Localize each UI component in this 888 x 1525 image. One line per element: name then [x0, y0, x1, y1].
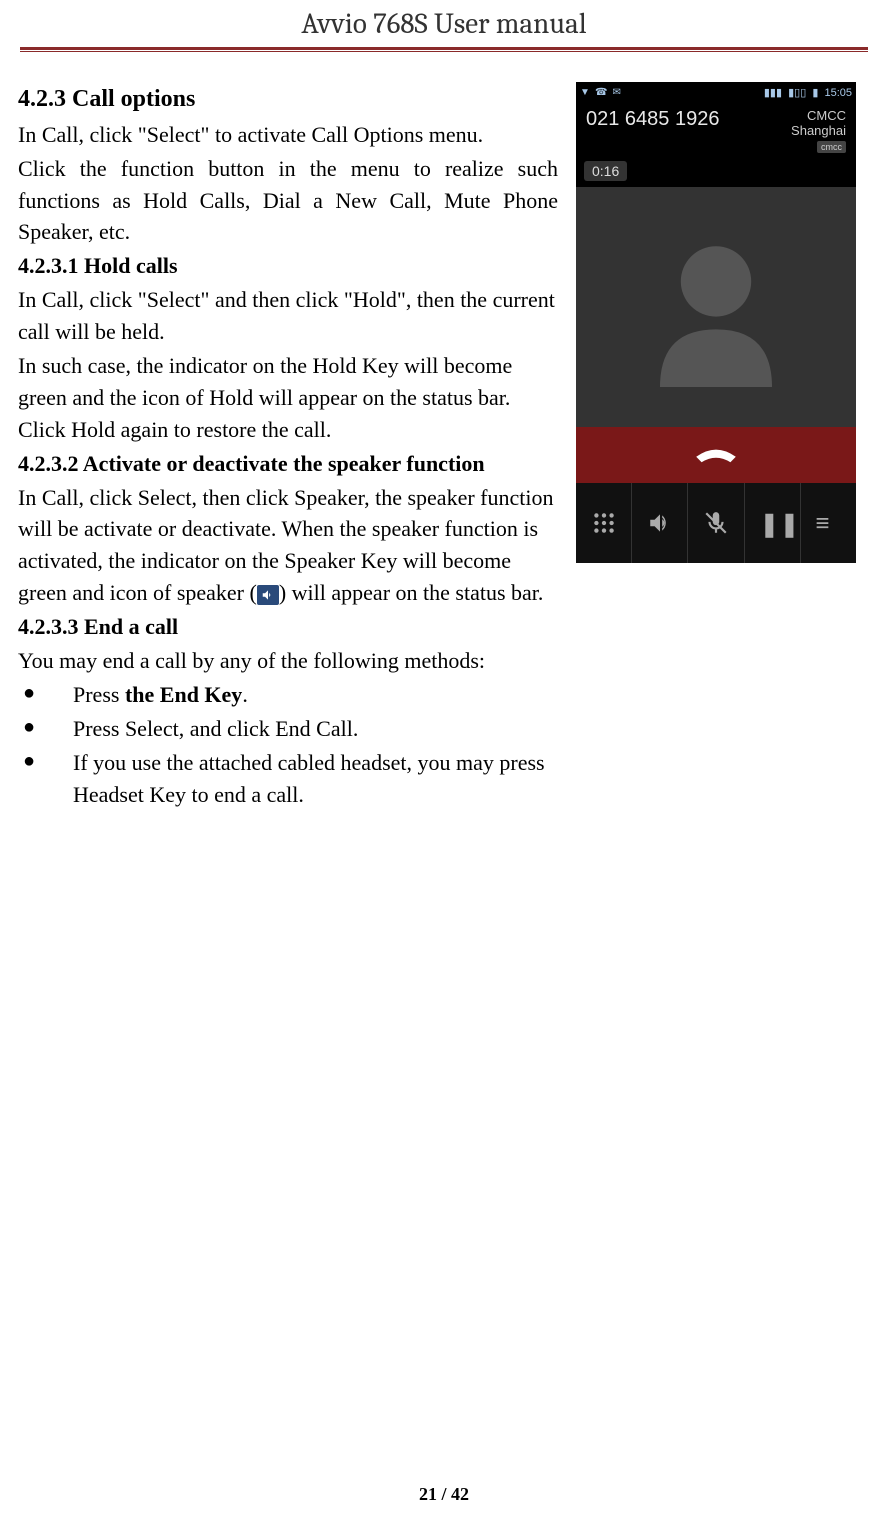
call-operator: CMCC Shanghai cmcc	[791, 108, 846, 153]
mute-icon	[703, 510, 729, 536]
p-intro-2: Click the function button in the menu to…	[18, 153, 558, 249]
heading-4.2.3: 4.2.3 Call options	[18, 82, 558, 117]
call-number: 021 6485 1926	[586, 108, 719, 153]
hold-button[interactable]: ❚❚	[745, 483, 801, 563]
hangup-icon	[694, 446, 738, 464]
signal-icon: ▮▯▯	[788, 87, 806, 99]
list-item: Press Select, and click End Call.	[73, 713, 558, 745]
body-text: 4.2.3 Call options In Call, click "Selec…	[18, 82, 558, 813]
end-call-button[interactable]	[576, 427, 856, 483]
speaker-icon	[257, 585, 279, 605]
status-time: 15:05	[824, 87, 852, 99]
avatar-icon	[636, 227, 796, 387]
p-speaker: In Call, click Select, then click Speake…	[18, 482, 558, 610]
battery-icon: ▮	[812, 87, 818, 99]
signal-icon: ▮▮▮	[764, 87, 782, 99]
avatar-placeholder	[576, 187, 856, 427]
p-intro-1: In Call, click "Select" to activate Call…	[18, 119, 558, 151]
page-number: 21 / 42	[0, 1484, 888, 1505]
more-button[interactable]: ≡	[801, 483, 856, 563]
speaker-button[interactable]	[632, 483, 688, 563]
end-call-list: Press the End Key. Press Select, and cli…	[18, 679, 558, 811]
shield-icon: ▼	[580, 87, 590, 98]
operator-location: Shanghai	[791, 123, 846, 138]
heading-4.2.3.3: 4.2.3.3 End a call	[18, 611, 558, 643]
pause-icon: ❚❚	[759, 510, 785, 536]
title-product: Avvio 768S	[301, 8, 427, 41]
phone-screenshot: ▼ ☎ ✉ ▮▮▮ ▮▯▯ ▮ 15:05 021 6485 1926 CMCC	[576, 82, 856, 550]
heading-4.2.3.1: 4.2.3.1 Hold calls	[18, 250, 558, 282]
call-controls: ❚❚ ≡	[576, 483, 856, 563]
status-right: ▮▮▮ ▮▯▯ ▮ 15:05	[761, 86, 852, 99]
msg-icon: ✉	[613, 87, 621, 98]
list-item: If you use the attached cabled headset, …	[73, 747, 558, 811]
mute-button[interactable]	[688, 483, 744, 563]
dialpad-icon	[591, 510, 617, 536]
call-timer: 0:16	[584, 161, 848, 181]
p-speaker-b: ) will appear on the status bar.	[279, 580, 544, 605]
menu-icon: ≡	[815, 510, 841, 536]
p-end-intro: You may end a call by any of the followi…	[18, 645, 558, 677]
heading-4.2.3.2: 4.2.3.2 Activate or deactivate the speak…	[18, 448, 558, 480]
sim-badge: cmcc	[817, 141, 846, 153]
header-title: Avvio 768S User manual	[0, 8, 888, 41]
list-item: Press the End Key.	[73, 679, 558, 711]
status-left-icons: ▼ ☎ ✉	[580, 86, 623, 98]
operator-name: CMCC	[791, 108, 846, 123]
speaker-icon	[647, 510, 673, 536]
dialpad-button[interactable]	[576, 483, 632, 563]
status-bar: ▼ ☎ ✉ ▮▮▮ ▮▯▯ ▮ 15:05	[576, 82, 856, 102]
p-hold-1: In Call, click "Select" and then click "…	[18, 284, 558, 348]
call-duration: 0:16	[584, 161, 627, 181]
page-header: Avvio 768S User manual	[0, 0, 888, 52]
call-icon: ☎	[595, 87, 607, 98]
p-hold-2: In such case, the indicator on the Hold …	[18, 350, 558, 446]
title-suffix: User manual	[428, 8, 587, 41]
call-info-bar: 021 6485 1926 CMCC Shanghai cmcc	[576, 102, 856, 157]
